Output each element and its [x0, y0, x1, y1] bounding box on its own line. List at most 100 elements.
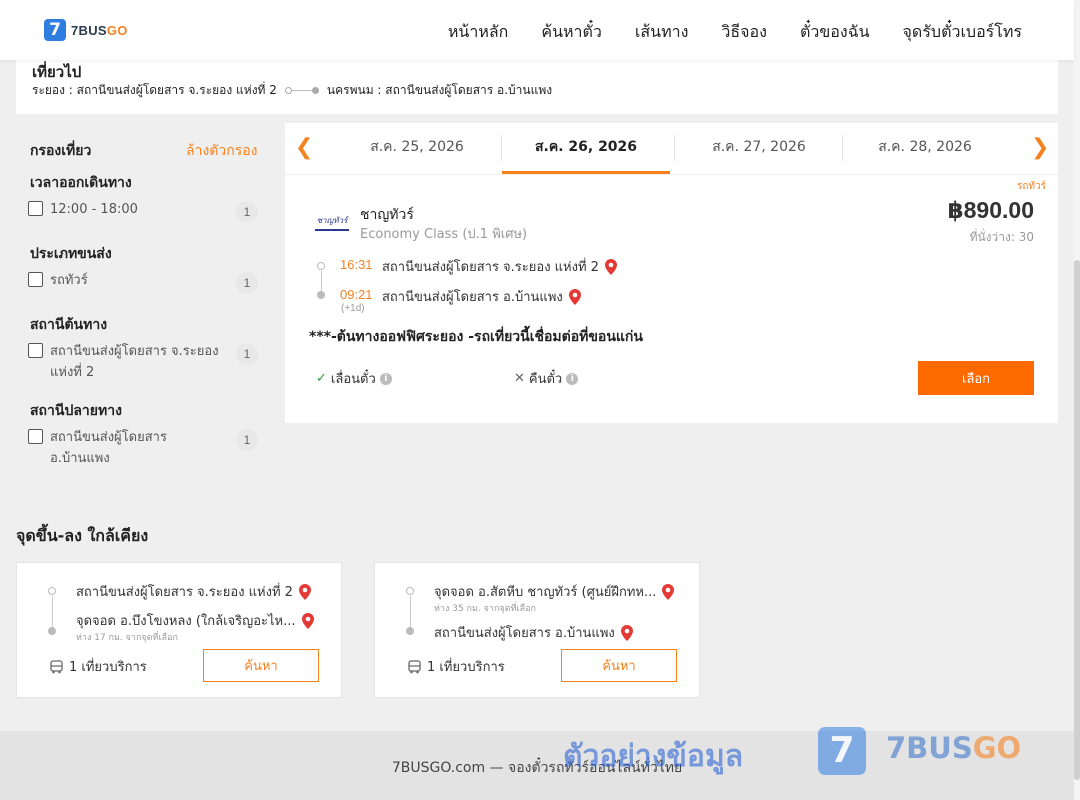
nav-routes[interactable]: เส้นทาง: [635, 20, 689, 45]
filter-section-origin-station: สถานีต้นทาง: [30, 317, 108, 333]
nav-how-to-book[interactable]: วิธีจอง: [721, 20, 767, 45]
cross-icon: ✕: [514, 371, 525, 386]
nearby-to-label: จุดจอด อ.บึงโขงหลง (ใกล้เจริญอะไห...: [76, 614, 296, 629]
refund-policy[interactable]: ✕ คืนตั๋ว i: [514, 368, 579, 389]
filter-option-origin[interactable]: สถานีขนส่งผู้โดยสาร จ.ระยอง แห่งที่ 2 1: [28, 341, 258, 383]
map-pin-icon[interactable]: [568, 288, 581, 305]
checkbox[interactable]: [28, 201, 43, 216]
arrive-stop: สถานีขนส่งผู้โดยสาร อ.บ้านแพง: [382, 286, 581, 307]
map-pin-icon[interactable]: [604, 258, 617, 275]
trip-result-card: รถทัวร์ ชาญทัวร์ ชาญทัวร์ Economy Class …: [285, 175, 1058, 423]
date-tab[interactable]: ส.ค. 27, 2026: [675, 123, 843, 174]
trip-route: ระยอง : สถานีขนส่งผู้โดยสาร จ.ระยอง แห่ง…: [32, 81, 552, 100]
chevron-left-icon[interactable]: ❮: [295, 135, 313, 160]
info-icon[interactable]: i: [566, 372, 579, 385]
page-scrollbar[interactable]: [1074, 0, 1080, 800]
nearby-trip-count: 1 เที่ยวบริการ: [408, 656, 505, 677]
filter-count-badge: 1: [236, 343, 258, 365]
nav-home[interactable]: หน้าหลัก: [448, 20, 509, 45]
nav-my-tickets[interactable]: ตั๋วของฉัน: [800, 20, 870, 45]
watermark-logo-icon: 7: [818, 727, 866, 775]
arrive-station: สถานีขนส่งผู้โดยสาร อ.บ้านแพง: [382, 290, 563, 305]
depart-dot-icon: [48, 587, 56, 595]
nearby-distance: ห่าง 35 กม. จากจุดที่เลือก: [434, 604, 536, 614]
sample-watermark: ตัวอย่างข้อมูล: [563, 739, 744, 774]
arrive-time: 09:21: [340, 287, 373, 302]
nearby-from-label: สถานีขนส่งผู้โดยสาร จ.ระยอง แห่งที่ 2: [76, 585, 293, 600]
nearby-from-stop: สถานีขนส่งผู้โดยสาร จ.ระยอง แห่งที่ 2: [76, 581, 311, 602]
filter-option-time[interactable]: 12:00 - 18:00 1: [28, 199, 258, 223]
checkbox[interactable]: [28, 429, 43, 444]
trip-summary: เที่ยวไป ระยอง : สถานีขนส่งผู้โดยสาร จ.ร…: [16, 60, 1058, 114]
filter-option-transport[interactable]: รถทัวร์ 1: [28, 270, 258, 294]
site-logo[interactable]: 7 7BUSGO: [44, 19, 128, 41]
logo-text: 7BUSGO: [71, 23, 128, 38]
filter-count-badge: 1: [236, 201, 258, 223]
select-trip-button[interactable]: เลือก: [918, 361, 1034, 395]
filter-option-label: รถทัวร์: [50, 273, 88, 288]
depart-dot-icon: [317, 262, 325, 270]
seats-available: ที่นั่งว่าง: 30: [969, 230, 1034, 244]
timeline-line: [51, 596, 53, 627]
nav-search-tickets[interactable]: ค้นหาตั๋ว: [541, 20, 602, 45]
refund-label: คืนตั๋ว: [528, 372, 563, 387]
clear-filters-link[interactable]: ล้างตัวกรอง: [186, 140, 257, 162]
top-header: 7 7BUSGO หน้าหลัก ค้นหาตั๋ว เส้นทาง วิธี…: [0, 0, 1074, 60]
route-line-icon: [284, 87, 319, 94]
trip-note: ***-ต้นทางออฟฟิศระยอง -รถเที่ยวนี้เชื่อม…: [309, 329, 643, 345]
map-pin-icon[interactable]: [620, 624, 633, 641]
logo-text-main: 7BUS: [71, 22, 107, 38]
checkbox[interactable]: [28, 272, 43, 287]
operator-logo: ชาญทัวร์: [315, 211, 349, 231]
check-icon: ✓: [316, 371, 327, 386]
date-tab-active[interactable]: ส.ค. 26, 2026: [502, 123, 670, 174]
logo-icon: 7: [44, 19, 66, 41]
nearby-from-stop: จุดจอด อ.สัตหีบ ชาญทัวร์ (ศูนย์ฝึกทห...: [434, 581, 675, 602]
logo-text-accent: GO: [106, 22, 128, 38]
trip-destination: นครพนม : สถานีขนส่งผู้โดยสาร อ.บ้านแพง: [326, 83, 553, 97]
nearby-distance: ห่าง 17 กม. จากจุดที่เลือก: [76, 633, 178, 643]
date-tab[interactable]: ส.ค. 25, 2026: [333, 123, 501, 174]
filter-count-badge: 1: [236, 429, 258, 451]
filter-option-label: 12:00 - 18:00: [50, 202, 138, 217]
checkbox[interactable]: [28, 343, 43, 358]
map-pin-icon[interactable]: [662, 583, 675, 600]
filter-count-badge: 1: [236, 272, 258, 294]
filter-option-destination[interactable]: สถานีขนส่งผู้โดยสาร อ.บ้านแพง 1: [28, 427, 258, 469]
nearby-trip-count: 1 เที่ยวบริการ: [50, 656, 147, 677]
ticket-price: ฿890.00: [947, 197, 1034, 223]
map-pin-icon[interactable]: [298, 583, 311, 600]
date-selector: ❮ ส.ค. 25, 2026 ส.ค. 26, 2026 ส.ค. 27, 2…: [285, 123, 1058, 174]
bus-icon: [50, 659, 63, 673]
nearby-to-label: สถานีขนส่งผู้โดยสาร อ.บ้านแพง: [434, 626, 615, 641]
filter-section-transport-type: ประเภทขนส่ง: [30, 246, 112, 262]
arrive-dot-icon: [317, 291, 325, 299]
nearby-to-stop: สถานีขนส่งผู้โดยสาร อ.บ้านแพง: [434, 622, 633, 643]
depart-stop: สถานีขนส่งผู้โดยสาร จ.ระยอง แห่งที่ 2: [382, 256, 617, 277]
info-icon[interactable]: i: [379, 372, 392, 385]
nav-ticket-points[interactable]: จุดรับตั๋วเบอร์โทร: [903, 20, 1022, 45]
watermark-brand-accent: GO: [972, 731, 1022, 765]
nearby-from-label: จุดจอด อ.สัตหีบ ชาญทัวร์ (ศูนย์ฝึกทห...: [434, 585, 657, 600]
reschedule-policy[interactable]: ✓ เลื่อนตั๋ว i: [316, 368, 392, 389]
timeline-line: [320, 271, 322, 292]
filter-option-label: สถานีขนส่งผู้โดยสาร จ.ระยอง แห่งที่ 2: [50, 344, 219, 380]
depart-time: 16:31: [340, 257, 373, 272]
reschedule-label: เลื่อนตั๋ว: [330, 372, 376, 387]
nearby-search-button[interactable]: ค้นหา: [561, 649, 677, 682]
map-pin-icon[interactable]: [301, 612, 314, 629]
date-tab[interactable]: ส.ค. 28, 2026: [841, 123, 1009, 174]
scroll-thumb[interactable]: [1074, 260, 1080, 780]
bus-icon: [408, 659, 421, 673]
nearby-stops-title: จุดขึ้น-ลง ใกล้เคียง: [16, 526, 149, 545]
nearby-search-button[interactable]: ค้นหา: [203, 649, 319, 682]
main-nav: หน้าหลัก ค้นหาตั๋ว เส้นทาง วิธีจอง ตั๋วข…: [448, 20, 1022, 45]
watermark-brand-main: 7BUS: [886, 731, 973, 765]
nearby-to-stop: จุดจอด อ.บึงโขงหลง (ใกล้เจริญอะไห...: [76, 610, 314, 631]
filter-section-departure-time: เวลาออกเดินทาง: [30, 175, 132, 191]
chevron-right-icon[interactable]: ❯: [1031, 135, 1049, 160]
watermark-brand: 7BUSGO: [886, 731, 1021, 765]
filter-title: กรองเที่ยว: [30, 143, 92, 159]
vehicle-type-tag: รถทัวร์: [1016, 181, 1046, 192]
trip-count-label: 1 เที่ยวบริการ: [427, 660, 505, 675]
